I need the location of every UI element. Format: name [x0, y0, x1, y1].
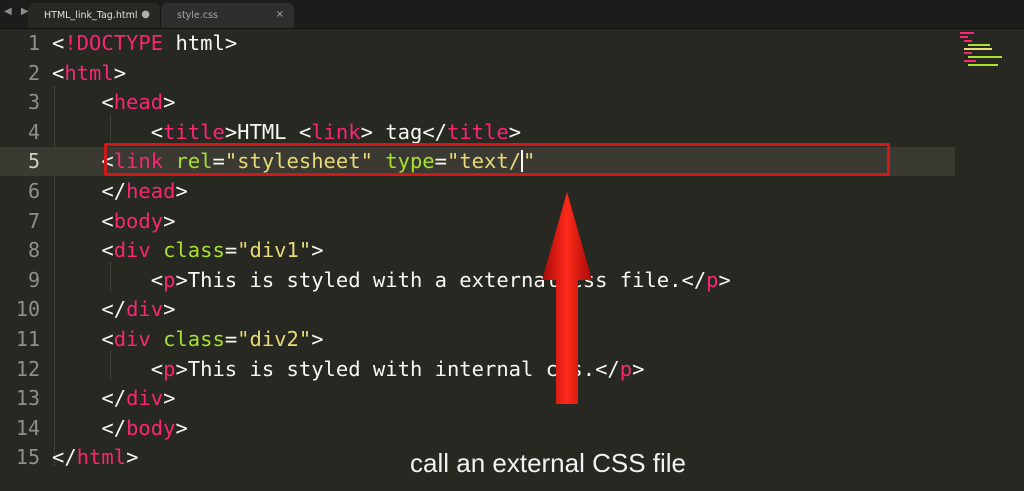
unsaved-dot-icon[interactable]: ●	[141, 9, 150, 20]
line-number: 7	[27, 208, 40, 233]
code-text[interactable]: </head>	[52, 177, 187, 206]
code-text[interactable]: <!DOCTYPE html>	[52, 29, 237, 58]
annotation-caption: call an external CSS file	[410, 448, 687, 478]
line-number: 10	[15, 297, 40, 322]
code-text[interactable]: </html>	[52, 443, 138, 472]
line-number: 3	[27, 90, 40, 115]
code-line[interactable]: 3 <head>	[0, 88, 955, 117]
line-number: 15	[15, 445, 40, 470]
code-line[interactable]: 7 <body>	[0, 207, 955, 236]
code-line[interactable]: 6 </head>	[0, 177, 955, 206]
code-text[interactable]: <div class="div2">	[52, 325, 323, 354]
close-icon[interactable]: ×	[276, 9, 284, 20]
code-line[interactable]: 11 <div class="div2">	[0, 325, 955, 354]
tab-style-css[interactable]: style.css ×	[160, 3, 294, 28]
line-number: 11	[15, 327, 40, 351]
code-line[interactable]: 9 <p>This is styled with a external css …	[0, 266, 955, 295]
line-number: 14	[15, 415, 40, 440]
line-number: 1	[27, 31, 40, 55]
tab-label: HTML_link_Tag.html	[44, 10, 138, 21]
code-editor[interactable]: 1 <!DOCTYPE html> 2 <html> 3 <head> 4 <title>…	[0, 29, 1024, 491]
code-line[interactable]: 14 </body>	[0, 414, 955, 443]
code-text[interactable]: </div>	[52, 295, 175, 324]
code-line[interactable]: 2 <html>	[0, 59, 955, 88]
code-text[interactable]: <head>	[52, 88, 175, 117]
code-text[interactable]: <div class="div1">	[52, 236, 323, 265]
code-line[interactable]: 13 </div>	[0, 384, 955, 413]
code-text[interactable]: <html>	[52, 59, 126, 88]
line-number: 8	[27, 238, 40, 263]
tab-html-link-tag[interactable]: HTML_link_Tag.html ●	[28, 3, 160, 28]
line-number: 5	[27, 149, 40, 174]
code-text[interactable]: <p>This is styled with a external css fi…	[52, 266, 731, 295]
highlight-box	[104, 143, 890, 176]
code-line[interactable]: 10 </div>	[0, 295, 955, 324]
code-text[interactable]: </body>	[52, 414, 187, 443]
code-line[interactable]: 12 <p>This is styled with internal css.<…	[0, 355, 955, 384]
tab-label: style.css	[177, 10, 218, 21]
line-number: 12	[15, 356, 40, 381]
line-number: 2	[27, 60, 40, 85]
minimap[interactable]	[958, 30, 1014, 70]
red-up-arrow-icon	[542, 192, 592, 404]
code-text[interactable]: <body>	[52, 207, 175, 236]
code-line[interactable]: 1 <!DOCTYPE html>	[0, 29, 955, 58]
tab-bar: ◀ ▶ HTML_link_Tag.html ● style.css ×	[0, 0, 1024, 29]
code-text[interactable]: </div>	[52, 384, 175, 413]
line-number: 4	[27, 119, 40, 144]
line-number: 6	[27, 179, 40, 203]
code-line[interactable]: 8 <div class="div1">	[0, 236, 955, 265]
line-number: 9	[27, 267, 40, 292]
line-number: 13	[15, 386, 40, 411]
